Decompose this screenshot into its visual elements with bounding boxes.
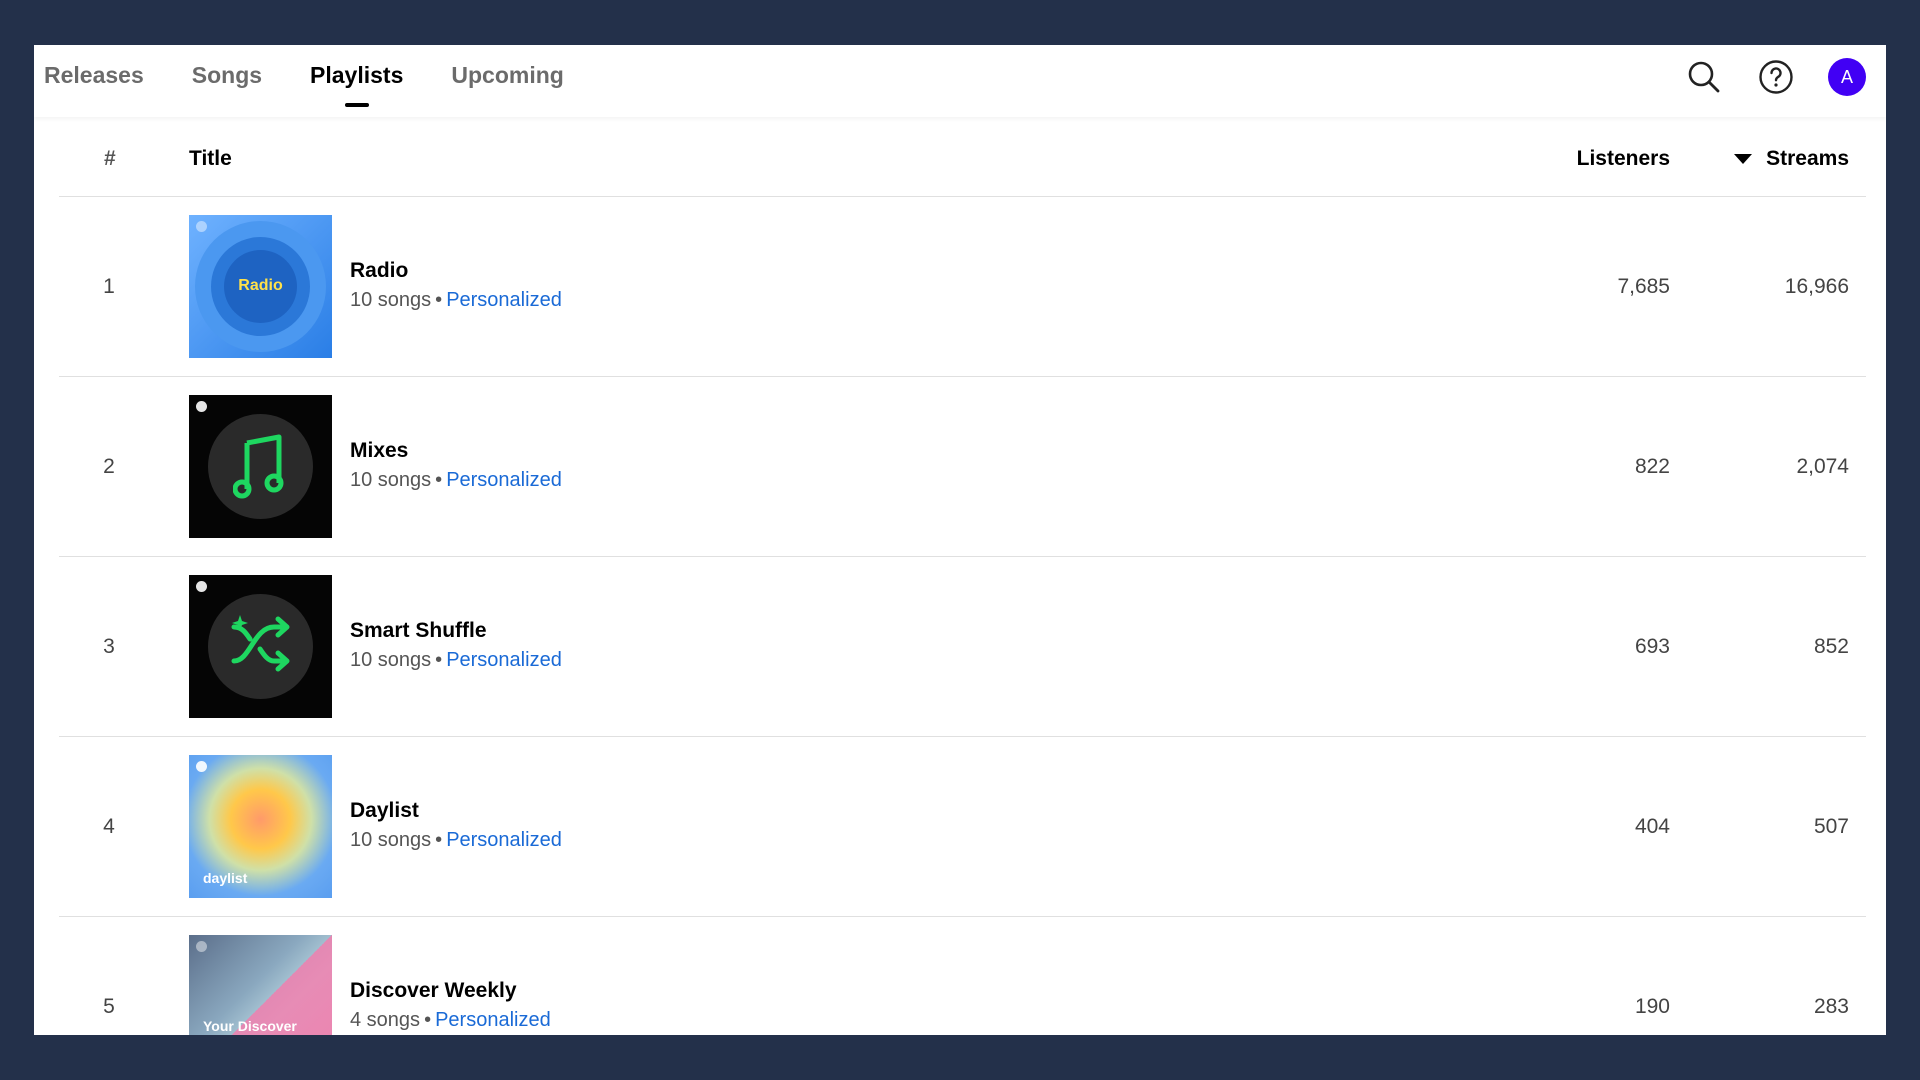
table-row[interactable]: 5 Your Discover Discover Weekly 4 songs •… — [59, 917, 1866, 1035]
song-count: 10 songs — [350, 829, 432, 851]
tab-upcoming[interactable]: Upcoming — [451, 45, 563, 117]
sort-descending-icon — [1734, 154, 1753, 164]
song-count: 10 songs — [350, 469, 432, 491]
table-row[interactable]: 4 daylist Daylist 10 songs • Personalized … — [59, 737, 1866, 917]
playlist-cover-discover-weekly: Your Discover — [189, 935, 332, 1035]
row-details: Mixes 10 songs • Personalized — [350, 439, 562, 492]
tab-songs[interactable]: Songs — [192, 45, 262, 117]
spotify-logo-icon — [196, 401, 207, 412]
row-details: Smart Shuffle 10 songs • Personalized — [350, 619, 562, 672]
playlist-cover-smart-shuffle — [189, 575, 332, 718]
listeners-value: 693 — [1634, 635, 1670, 658]
table-row[interactable]: 1 Radio Radio 10 songs • Personalized 7,68… — [59, 197, 1866, 377]
top-navigation: Releases Songs Playlists Upcoming A — [34, 45, 1886, 117]
separator: • — [435, 829, 443, 851]
personalized-link[interactable]: Personalized — [446, 469, 562, 491]
playlist-title: Daylist — [350, 799, 419, 822]
row-rank: 2 — [103, 455, 115, 478]
smart-shuffle-icon — [189, 613, 332, 680]
personalized-link[interactable]: Personalized — [446, 649, 562, 671]
separator: • — [435, 649, 443, 671]
playlists-table: # Title Listeners Streams 1 Radio Radio … — [59, 117, 1866, 1035]
personalized-link[interactable]: Personalized — [435, 1009, 551, 1031]
row-details: Discover Weekly 4 songs • Personalized — [350, 979, 551, 1032]
song-count: 4 songs — [350, 1009, 421, 1031]
spotify-logo-icon — [196, 761, 207, 772]
row-rank: 1 — [103, 275, 115, 298]
header-actions: A — [1652, 57, 1866, 97]
playlist-meta: 4 songs • Personalized — [350, 1009, 551, 1032]
column-header-streams[interactable]: Streams — [1734, 147, 1849, 171]
streams-value: 16,966 — [1784, 275, 1849, 298]
music-note-icon — [189, 433, 332, 504]
playlist-cover-mixes — [189, 395, 332, 538]
table-header: # Title Listeners Streams — [59, 117, 1866, 197]
tab-bar: Releases Songs Playlists Upcoming — [44, 45, 612, 117]
playlist-meta: 10 songs • Personalized — [350, 469, 562, 492]
separator: • — [435, 289, 443, 311]
playlist-meta: 10 songs • Personalized — [350, 829, 562, 852]
row-rank: 3 — [103, 635, 115, 658]
playlist-cover-radio: Radio — [189, 215, 332, 358]
separator: • — [435, 469, 443, 491]
row-rank: 4 — [103, 815, 115, 838]
personalized-link[interactable]: Personalized — [446, 829, 562, 851]
row-rank: 5 — [103, 995, 115, 1018]
playlist-title: Discover Weekly — [350, 979, 517, 1002]
tab-releases[interactable]: Releases — [44, 45, 144, 117]
app-window: Releases Songs Playlists Upcoming A # Ti… — [34, 45, 1886, 1035]
playlist-meta: 10 songs • Personalized — [350, 649, 562, 672]
listeners-value: 404 — [1634, 815, 1670, 838]
cover-label: daylist — [203, 870, 248, 886]
streams-value: 2,074 — [1796, 455, 1849, 478]
column-header-rank: # — [104, 147, 116, 170]
playlist-meta: 10 songs • Personalized — [350, 289, 562, 312]
spotify-logo-icon — [196, 941, 207, 952]
cover-label: Your Discover — [203, 1018, 297, 1034]
playlist-title: Radio — [350, 259, 409, 282]
playlist-title: Mixes — [350, 439, 409, 462]
table-row[interactable]: 2 Mixes 10 songs • Personalized 822 2,074 — [59, 377, 1866, 557]
spotify-logo-icon — [196, 581, 207, 592]
column-header-streams-label: Streams — [1766, 147, 1849, 170]
help-icon[interactable] — [1756, 57, 1796, 97]
avatar[interactable]: A — [1828, 58, 1866, 96]
column-header-listeners[interactable]: Listeners — [1577, 147, 1670, 171]
streams-value: 507 — [1813, 815, 1849, 838]
row-details: Radio 10 songs • Personalized — [350, 259, 562, 312]
playlist-cover-daylist: daylist — [189, 755, 332, 898]
song-count: 10 songs — [350, 289, 432, 311]
table-row[interactable]: 3 Smart Shuffle 10 songs • Personalized 69… — [59, 557, 1866, 737]
tab-playlists[interactable]: Playlists — [310, 45, 403, 117]
personalized-link[interactable]: Personalized — [446, 289, 562, 311]
listeners-value: 190 — [1634, 995, 1670, 1018]
listeners-value: 7,685 — [1617, 275, 1670, 298]
streams-value: 852 — [1813, 635, 1849, 658]
song-count: 10 songs — [350, 649, 432, 671]
cover-label: Radio — [238, 277, 283, 294]
column-header-title: Title — [189, 147, 232, 170]
search-icon[interactable] — [1684, 57, 1724, 97]
streams-value: 283 — [1813, 995, 1849, 1018]
spotify-logo-icon — [196, 221, 207, 232]
separator: • — [424, 1009, 432, 1031]
playlist-title: Smart Shuffle — [350, 619, 487, 642]
row-details: Daylist 10 songs • Personalized — [350, 799, 562, 852]
listeners-value: 822 — [1634, 455, 1670, 478]
